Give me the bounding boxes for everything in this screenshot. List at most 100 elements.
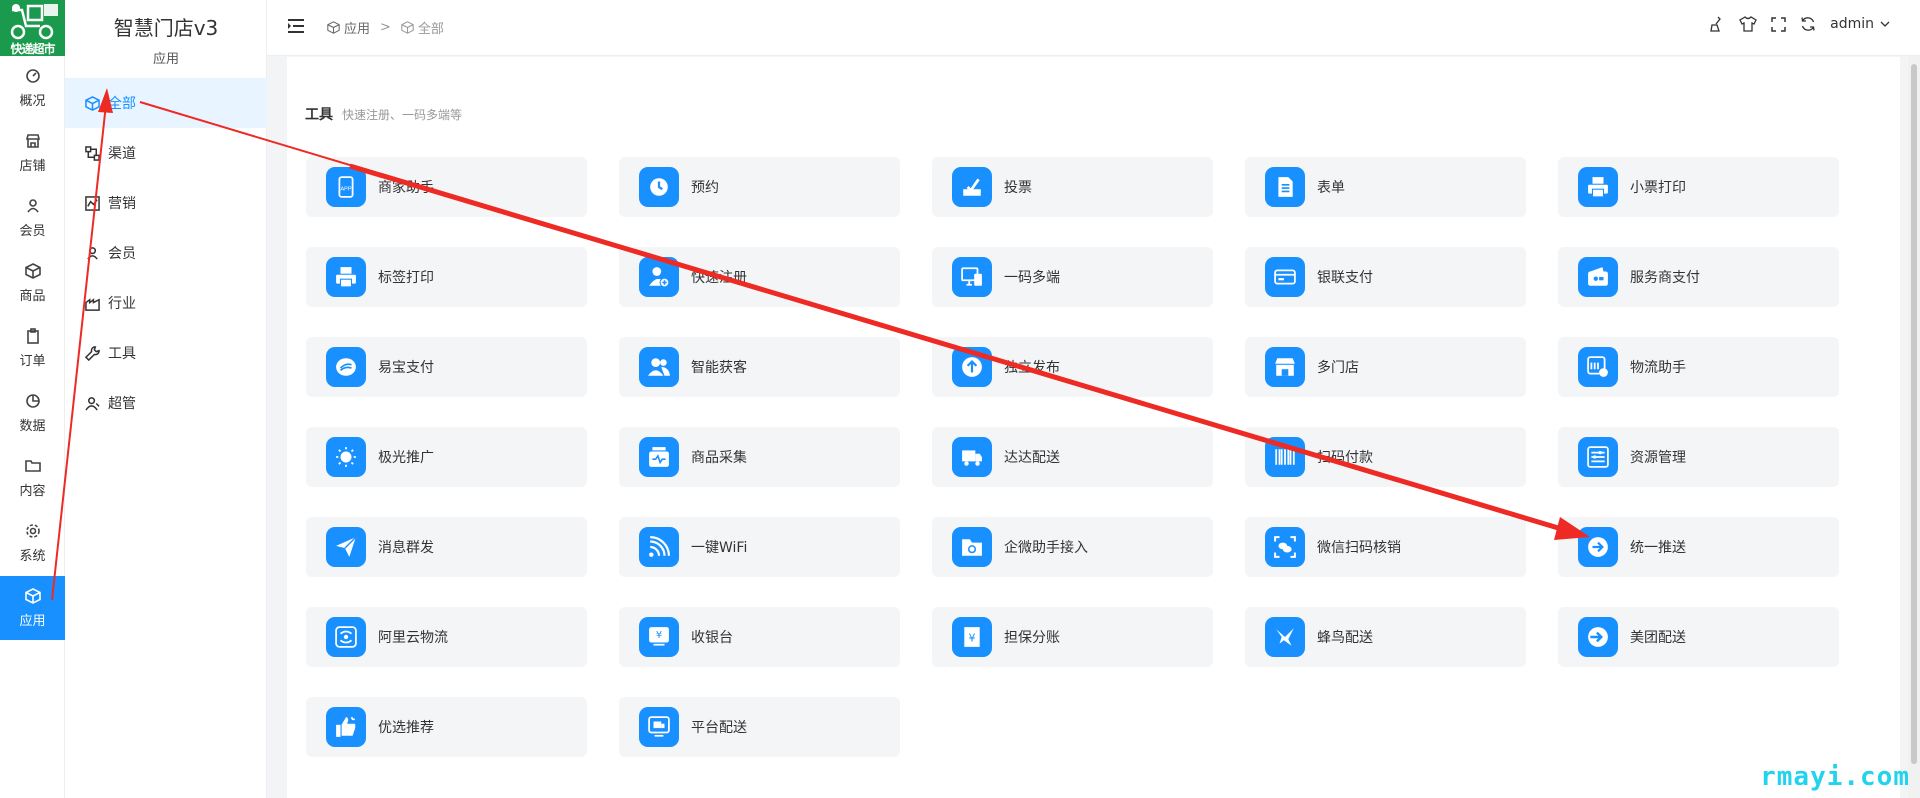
app-tile-icon: APP xyxy=(326,167,366,207)
app-tile[interactable]: 蜂鸟配送 xyxy=(1245,607,1526,667)
shop-icon xyxy=(25,133,40,148)
app-tile[interactable]: 扫码付款 xyxy=(1245,427,1526,487)
app-tile[interactable]: APP 商家助手 xyxy=(306,157,587,217)
refresh-icon[interactable] xyxy=(1800,16,1816,32)
app-tile-icon xyxy=(326,257,366,297)
app-tile[interactable]: 阿里云物流 xyxy=(306,607,587,667)
app-tile-icon xyxy=(1265,257,1305,297)
sidebar-item-label: 会员 xyxy=(108,246,136,262)
sidebar-subtitle: 应用 xyxy=(152,52,179,67)
user-icon xyxy=(87,246,98,260)
rail-item[interactable]: 应用 xyxy=(0,576,65,640)
app-tile-icon xyxy=(952,347,992,387)
app-tile[interactable]: 物流助手 xyxy=(1558,337,1839,397)
app-tile[interactable]: 快速注册 xyxy=(619,247,900,307)
app-tile[interactable]: 服务商支付 xyxy=(1558,247,1839,307)
form-icon xyxy=(1278,177,1293,197)
scrollbar[interactable] xyxy=(1908,56,1920,798)
top-header: 应用 > 全部 admin xyxy=(267,0,1920,56)
app-tile-icon xyxy=(639,707,679,747)
app-tile[interactable]: ¥ 担保分账 xyxy=(932,607,1213,667)
app-tile-label: 多门店 xyxy=(1317,360,1359,376)
rail-item[interactable]: 商品 xyxy=(0,251,65,315)
app-tile[interactable]: 统一推送 xyxy=(1558,517,1839,577)
app-tile-icon xyxy=(1578,347,1618,387)
app-tile[interactable]: 投票 xyxy=(932,157,1213,217)
app-tile-icon xyxy=(1265,167,1305,207)
sidebar-item[interactable]: 超管 xyxy=(65,378,267,428)
icon-rail: 快递超市 概况 店铺 会员 商品 订单 数据 内容 系统 应用 xyxy=(0,0,65,798)
app-tile-label: 美团配送 xyxy=(1630,630,1686,646)
app-tile[interactable]: 小票打印 xyxy=(1558,157,1839,217)
app-tile[interactable]: 微信扫码核销 xyxy=(1245,517,1526,577)
cashier-icon: ¥ xyxy=(649,627,669,646)
rail-item[interactable]: 数据 xyxy=(0,381,65,445)
app-tile-icon xyxy=(1265,437,1305,477)
app-tile[interactable]: 商品采集 xyxy=(619,427,900,487)
rail-item[interactable]: 会员 xyxy=(0,186,65,250)
app-tile[interactable]: 银联支付 xyxy=(1245,247,1526,307)
app-tile[interactable]: 企微助手接入 xyxy=(932,517,1213,577)
app-tile-icon xyxy=(639,437,679,477)
sidebar-item[interactable]: 营销 xyxy=(65,178,267,228)
rail-item[interactable]: 店铺 xyxy=(0,121,65,185)
app-tile-icon xyxy=(1265,617,1305,657)
guarantee-icon: ¥ xyxy=(964,627,980,647)
app-tile[interactable]: 一键WiFi xyxy=(619,517,900,577)
rail-item[interactable]: 系统 xyxy=(0,511,65,575)
app-tile[interactable]: ¥ 收银台 xyxy=(619,607,900,667)
send-icon xyxy=(336,536,357,557)
app-tile-icon xyxy=(326,347,366,387)
folder-icon xyxy=(24,459,41,472)
app-tile[interactable]: 智能获客 xyxy=(619,337,900,397)
sidebar-item[interactable]: 会员 xyxy=(65,228,267,278)
rail-item[interactable]: 内容 xyxy=(0,446,65,510)
app-tile-icon xyxy=(1578,527,1618,567)
collect-icon xyxy=(649,447,669,467)
cube-icon xyxy=(85,95,100,111)
breadcrumb-separator: > xyxy=(380,20,391,35)
sidebar-item[interactable]: 全部 xyxy=(65,78,267,128)
app-tile-label: 资源管理 xyxy=(1630,450,1686,466)
app-tile[interactable]: 表单 xyxy=(1245,157,1526,217)
app-tile[interactable]: 美团配送 xyxy=(1558,607,1839,667)
section-description: 快速注册、一码多端等 xyxy=(342,108,463,122)
app-tile[interactable]: 资源管理 xyxy=(1558,427,1839,487)
app-tile-label: 收银台 xyxy=(691,630,733,646)
app-tile-icon xyxy=(1265,527,1305,567)
app-tile[interactable]: 一码多端 xyxy=(932,247,1213,307)
app-tile-icon xyxy=(1578,617,1618,657)
app-tile[interactable]: 多门店 xyxy=(1245,337,1526,397)
app-tile[interactable]: 达达配送 xyxy=(932,427,1213,487)
devices-icon xyxy=(961,267,982,286)
skin-shirt-icon[interactable] xyxy=(1739,16,1757,32)
upload-icon xyxy=(962,357,982,377)
menu-toggle-button[interactable] xyxy=(288,19,304,37)
dashboard-icon xyxy=(25,68,40,83)
app-tile[interactable]: 平台配送 xyxy=(619,697,900,757)
fullscreen-icon[interactable] xyxy=(1771,16,1786,32)
app-tile[interactable]: 标签打印 xyxy=(306,247,587,307)
add-user-icon xyxy=(649,267,670,288)
app-tile[interactable]: 易宝支付 xyxy=(306,337,587,397)
user-menu[interactable]: admin xyxy=(1830,16,1890,32)
sidebar-item[interactable]: 渠道 xyxy=(65,128,267,178)
sidebar-item[interactable]: 行业 xyxy=(65,278,267,328)
app-tile[interactable]: 消息群发 xyxy=(306,517,587,577)
app-tile-icon xyxy=(326,527,366,567)
app-tile[interactable]: 预约 xyxy=(619,157,900,217)
sidebar-item[interactable]: 工具 xyxy=(65,328,267,378)
store-icon xyxy=(1275,358,1295,376)
rail-item[interactable]: 订单 xyxy=(0,316,65,380)
breadcrumb-item[interactable]: 应用 xyxy=(344,18,370,37)
app-tile[interactable]: 优选推荐 xyxy=(306,697,587,757)
app-tile-label: 商品采集 xyxy=(691,450,747,466)
app-tile-label: 物流助手 xyxy=(1630,360,1686,376)
app-tile[interactable]: 极光推广 xyxy=(306,427,587,487)
scrollbar-thumb[interactable] xyxy=(1911,64,1917,764)
clean-brush-icon[interactable] xyxy=(1709,16,1725,32)
rail-item-label: 商品 xyxy=(19,288,46,304)
rail-item[interactable]: 概况 xyxy=(0,56,65,120)
app-tile-icon: ¥ xyxy=(639,617,679,657)
app-tile[interactable]: 独立发布 xyxy=(932,337,1213,397)
